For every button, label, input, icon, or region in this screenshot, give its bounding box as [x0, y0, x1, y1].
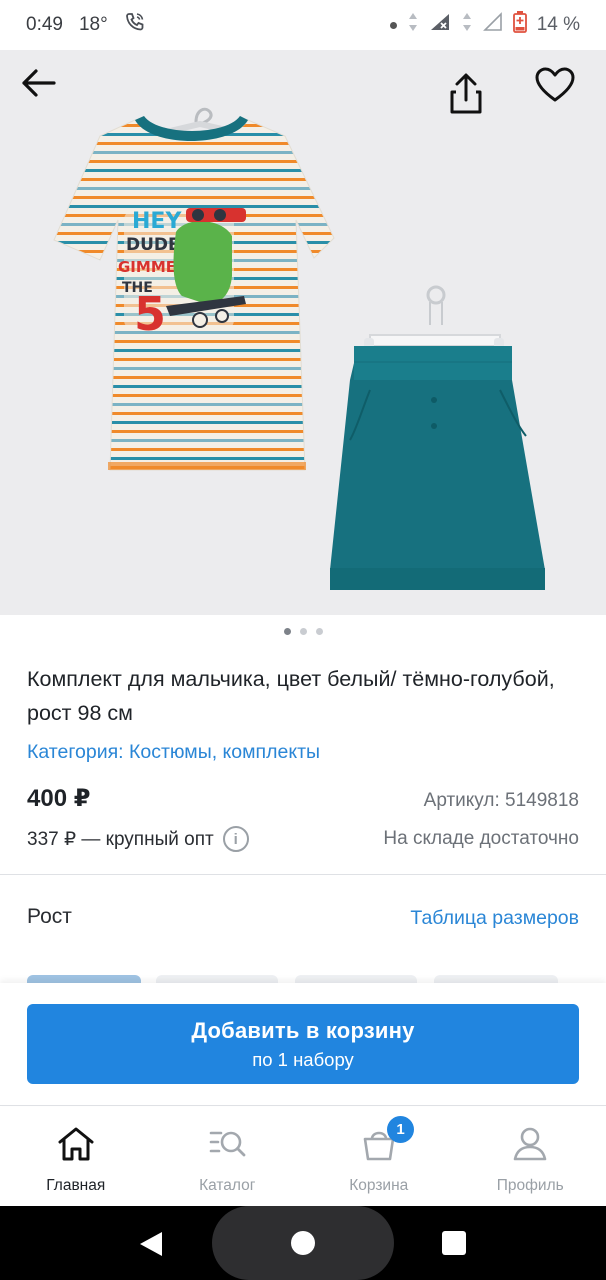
signal-icon [429, 12, 451, 38]
system-recents-button[interactable] [442, 1231, 466, 1255]
pagination-dot-active[interactable] [283, 628, 291, 635]
arrow-left-icon [22, 69, 56, 97]
status-time: 0:49 [26, 14, 63, 35]
back-button[interactable] [18, 67, 74, 123]
catalog-search-icon [207, 1124, 247, 1164]
divider [0, 874, 606, 875]
info-icon[interactable]: i [222, 826, 249, 852]
size-label: Рост [27, 905, 72, 928]
svg-text:DUDE: DUDE [126, 235, 180, 255]
add-to-cart-sublabel: по 1 набору [252, 1048, 354, 1070]
wifi-call-icon [124, 11, 146, 39]
cart-badge: 1 [387, 1116, 414, 1143]
stock-status: На складе достаточно [383, 828, 579, 849]
profile-icon [510, 1124, 550, 1164]
tab-cart[interactable]: 1 Корзина [303, 1106, 455, 1206]
tab-cart-label: Корзина [349, 1177, 409, 1194]
battery-icon [512, 11, 527, 39]
share-icon [450, 73, 482, 114]
signal-empty-icon [482, 12, 503, 38]
product-gallery[interactable]: HEY DUDE GIMME THE 5 [0, 50, 606, 615]
triangle-back-icon [140, 1232, 162, 1256]
tab-home[interactable]: Главная [0, 1106, 152, 1206]
svg-text:5: 5 [134, 287, 166, 341]
system-navigation-bar [0, 1206, 606, 1280]
pagination-dot[interactable] [315, 628, 323, 635]
add-to-cart-label: Добавить в корзину [191, 1017, 415, 1043]
product-title: Комплект для мальчика, цвет белый/ тёмно… [27, 667, 555, 725]
add-to-cart-button[interactable]: Добавить в корзину по 1 набору [27, 1004, 579, 1084]
home-icon [56, 1124, 96, 1164]
gallery-pagination [0, 628, 606, 635]
add-to-cart-panel: Добавить в корзину по 1 набору [0, 983, 606, 1105]
bottom-tab-bar: Главная Каталог 1 Корзина Профиль [0, 1106, 606, 1206]
favorite-button[interactable] [535, 67, 591, 123]
wholesale-price-text: 337 ₽ — крупный опт [27, 828, 214, 850]
wholesale-price: 337 ₽ — крупный опт i [27, 826, 249, 852]
category-link[interactable]: Категория: Костюмы, комплекты [27, 741, 320, 764]
product-sku: Артикул: 5149818 [423, 790, 579, 811]
status-bar: 0:49 18° 14 % [0, 0, 606, 50]
battery-percent: 14 % [536, 14, 580, 35]
tab-catalog-label: Каталог [199, 1177, 256, 1194]
heart-icon [535, 67, 575, 102]
share-button[interactable] [448, 72, 504, 128]
data-arrows-icon-2 [461, 12, 473, 38]
product-price: 400 ₽ [27, 785, 91, 812]
tab-home-label: Главная [46, 1177, 106, 1194]
svg-text:GIMME: GIMME [118, 258, 176, 276]
notification-dot-icon [389, 21, 397, 29]
svg-text:HEY: HEY [132, 209, 182, 234]
status-temperature: 18° [78, 14, 108, 35]
tab-profile[interactable]: Профиль [455, 1106, 606, 1206]
product-photo: HEY DUDE GIMME THE 5 [53, 107, 545, 590]
data-arrows-icon [407, 12, 419, 38]
tab-profile-label: Профиль [496, 1177, 564, 1194]
tab-catalog[interactable]: Каталог [152, 1106, 304, 1206]
pagination-dot[interactable] [299, 628, 307, 635]
size-table-link[interactable]: Таблица размеров [410, 907, 579, 930]
system-back-button[interactable] [138, 1230, 164, 1263]
system-home-button[interactable] [291, 1231, 315, 1255]
